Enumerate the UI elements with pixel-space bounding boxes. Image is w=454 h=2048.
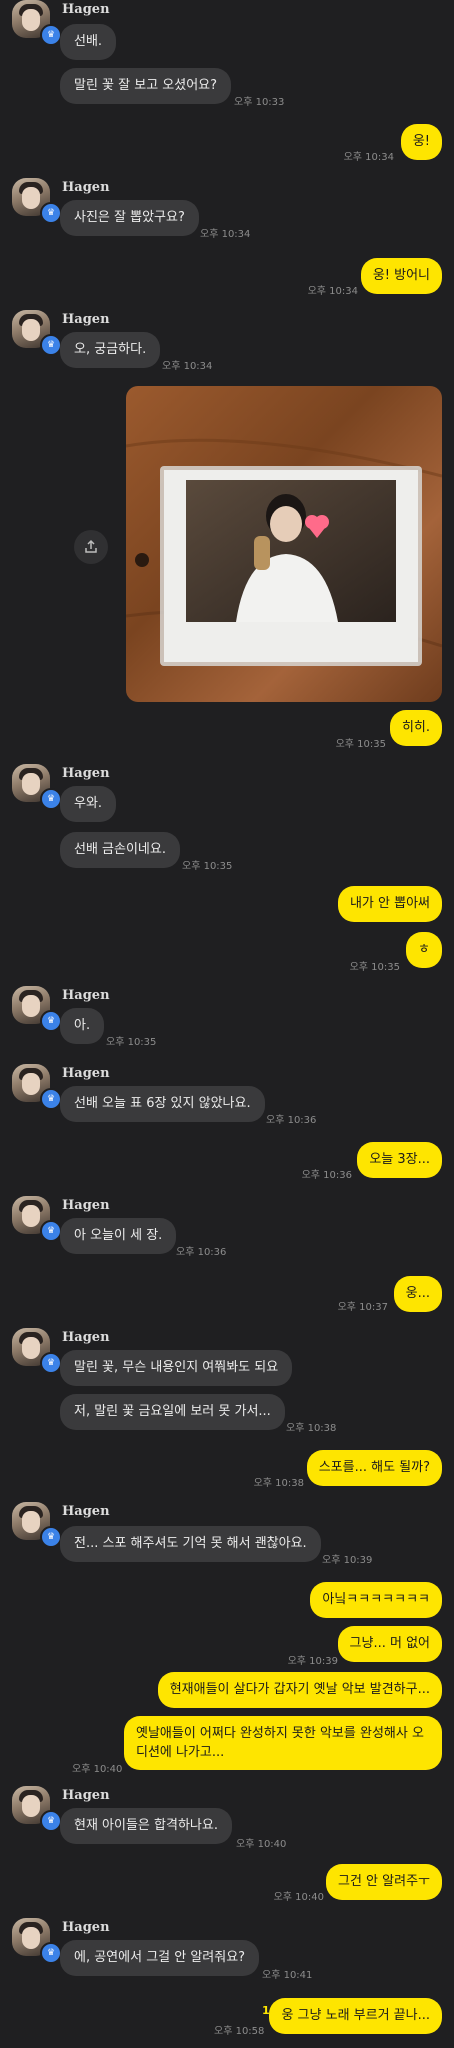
sender-name: Hagen	[62, 1330, 110, 1345]
avatar[interactable]: ♛	[12, 764, 62, 810]
incoming-message[interactable]: 선배.	[60, 24, 117, 60]
crown-icon: ♛	[40, 1010, 62, 1032]
avatar[interactable]: ♛	[12, 1064, 62, 1110]
outgoing-message[interactable]: 오늘 3장...	[357, 1142, 442, 1178]
incoming-message[interactable]: 아.	[60, 1008, 105, 1044]
crown-icon: ♛	[40, 1220, 62, 1242]
crown-icon: ♛	[40, 24, 62, 46]
timestamp: 오후 10:37	[337, 1302, 388, 1313]
outgoing-message[interactable]: 옛날애들이 어쩌다 완성하지 못한 악보를 완성해사 오디션에 나가고...	[124, 1716, 442, 1770]
timestamp: 오후 10:40	[273, 1892, 324, 1903]
incoming-message[interactable]: 선배 금손이네요.	[60, 832, 180, 868]
outgoing-message[interactable]: 현재애들이 살다가 갑자기 옛날 악보 발견하구...	[157, 1672, 442, 1708]
avatar[interactable]: ♛	[12, 986, 62, 1032]
outgoing-message[interactable]: 그건 안 알려주ㅜ	[326, 1864, 442, 1900]
sender-name: Hagen	[62, 2, 110, 17]
sender-name: Hagen	[62, 766, 110, 781]
crown-icon: ♛	[40, 1526, 62, 1548]
avatar[interactable]: ♛	[12, 1502, 62, 1548]
sender-name: Hagen	[62, 1066, 110, 1081]
timestamp: 오후 10:38	[253, 1478, 304, 1489]
avatar[interactable]: ♛	[12, 1918, 62, 1964]
incoming-message[interactable]: 말린 꽃, 무슨 내용인지 여쭤봐도 되요	[60, 1350, 293, 1386]
sender-name: Hagen	[62, 1198, 110, 1213]
crown-icon: ♛	[40, 1810, 62, 1832]
timestamp: 오후 10:41	[262, 1970, 313, 1981]
incoming-message[interactable]: 오, 궁금하다.	[60, 332, 161, 368]
timestamp: 오후 10:35	[182, 861, 233, 872]
incoming-message[interactable]: 아 오늘이 세 장.	[60, 1218, 177, 1254]
incoming-message[interactable]: 선배 오늘 표 6장 있지 않았나요.	[60, 1086, 265, 1122]
incoming-message[interactable]: 우와.	[60, 786, 117, 822]
timestamp: 오후 10:40	[72, 1764, 123, 1775]
crown-icon: ♛	[40, 202, 62, 224]
polaroid-photo-image	[126, 438, 442, 666]
sender-name: Hagen	[62, 1920, 110, 1935]
share-icon	[85, 539, 97, 553]
timestamp: 오후 10:34	[343, 152, 394, 163]
timestamp: 오후 10:35	[106, 1037, 157, 1048]
outgoing-message[interactable]: 웅!	[400, 124, 442, 160]
incoming-message[interactable]: 에, 공연에서 그걸 안 알려줘요?	[60, 1940, 260, 1976]
outgoing-message[interactable]: 히히.	[389, 710, 442, 746]
avatar[interactable]: ♛	[12, 310, 62, 356]
outgoing-message[interactable]: 웅! 방어니	[360, 258, 442, 294]
sender-name: Hagen	[62, 1788, 110, 1803]
timestamp: 오후 10:40	[236, 1839, 287, 1850]
incoming-message[interactable]: 저, 말린 꽃 금요일에 보러 못 가서...	[60, 1394, 285, 1430]
sender-name: Hagen	[62, 988, 110, 1003]
crown-icon: ♛	[40, 788, 62, 810]
shared-photo[interactable]	[126, 386, 442, 702]
timestamp: 오후 10:38	[286, 1423, 337, 1434]
incoming-message[interactable]: 말린 꽃 잘 보고 오셨어요?	[60, 68, 232, 104]
avatar[interactable]: ♛	[12, 0, 62, 46]
timestamp: 오후 10:34	[162, 361, 213, 372]
timestamp: 오후 10:36	[176, 1247, 227, 1258]
timestamp: 오후 10:36	[301, 1170, 352, 1181]
timestamp: 오후 10:58	[214, 2026, 265, 2037]
avatar[interactable]: ♛	[12, 1328, 62, 1374]
crown-icon: ♛	[40, 1352, 62, 1374]
avatar[interactable]: ♛	[12, 178, 62, 224]
avatar[interactable]: ♛	[12, 1786, 62, 1832]
outgoing-message[interactable]: ㅎ	[406, 932, 442, 968]
timestamp: 오후 10:36	[266, 1115, 317, 1126]
avatar[interactable]: ♛	[12, 1196, 62, 1242]
outgoing-message[interactable]: 그냥... 머 없어	[337, 1626, 442, 1662]
outgoing-message[interactable]: 스포를... 해도 될까?	[306, 1450, 442, 1486]
sender-name: Hagen	[62, 312, 110, 327]
timestamp: 오후 10:33	[234, 97, 285, 108]
outgoing-message[interactable]: 아닠ㅋㅋㅋㅋㅋㅋㅋ	[310, 1582, 442, 1618]
outgoing-message[interactable]: 웅 그냥 노래 부르거 끝나...	[269, 1998, 442, 2034]
incoming-message[interactable]: 현재 아이들은 합격하나요.	[60, 1808, 232, 1844]
sender-name: Hagen	[62, 180, 110, 195]
timestamp: 오후 10:34	[307, 286, 358, 297]
timestamp: 오후 10:39	[322, 1555, 373, 1566]
outgoing-message[interactable]: 내가 안 뽑아써	[337, 886, 442, 922]
timestamp: 오후 10:34	[200, 229, 251, 240]
incoming-message[interactable]: 전... 스포 해주셔도 기억 못 해서 괜찮아요.	[60, 1526, 321, 1562]
sender-name: Hagen	[62, 1504, 110, 1519]
outgoing-message[interactable]: 웅...	[393, 1276, 442, 1312]
timestamp: 오후 10:35	[335, 739, 386, 750]
share-button[interactable]	[74, 530, 108, 564]
timestamp: 오후 10:35	[349, 962, 400, 973]
incoming-message[interactable]: 사진은 잘 뽑았구요?	[60, 200, 199, 236]
timestamp: 오후 10:39	[287, 1656, 338, 1667]
crown-icon: ♛	[40, 1942, 62, 1964]
crown-icon: ♛	[40, 1088, 62, 1110]
crown-icon: ♛	[40, 334, 62, 356]
